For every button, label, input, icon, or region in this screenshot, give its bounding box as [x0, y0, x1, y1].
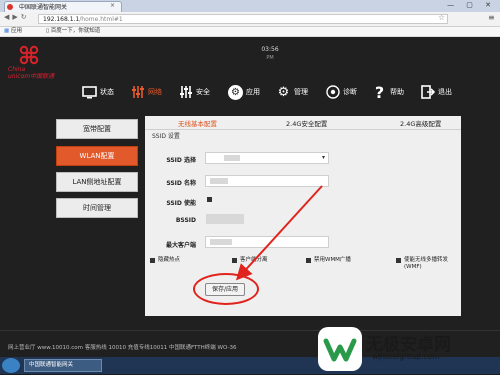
watermark-logo-icon — [318, 327, 362, 371]
start-button[interactable] — [2, 358, 20, 373]
footer-text: 网上营业厅 www.10010.com 客服热线 10010 充值专线10011… — [8, 345, 237, 351]
watermark-url: wjhotelgroup.com — [372, 352, 440, 361]
annotation-arrow — [235, 185, 323, 281]
taskbar-browser-item[interactable]: 中国联通智能网关 — [24, 359, 102, 372]
